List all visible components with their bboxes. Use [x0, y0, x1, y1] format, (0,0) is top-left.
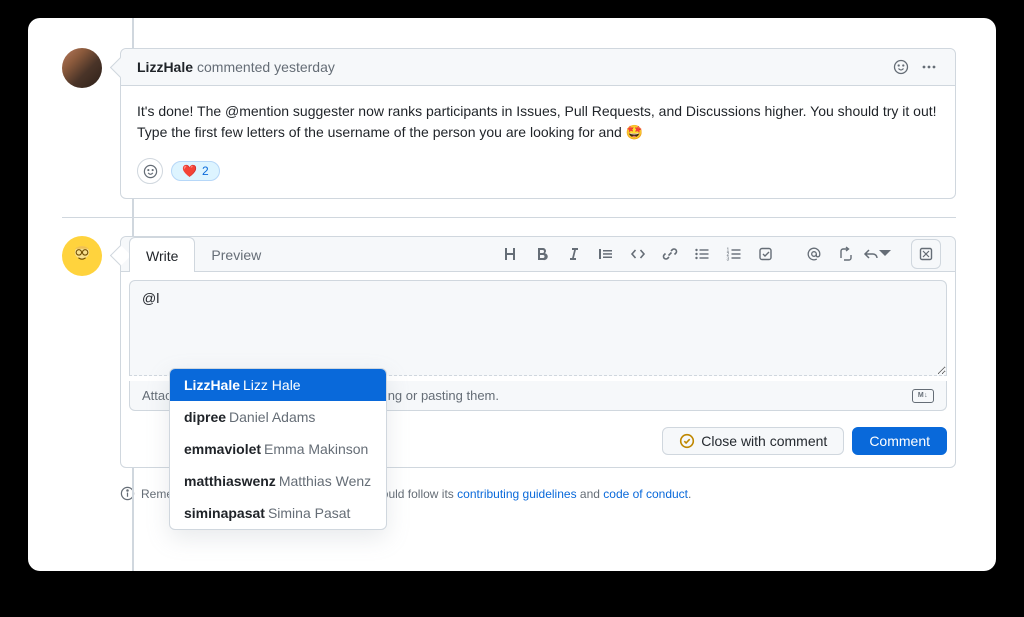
reactions: ❤️ 2: [121, 158, 955, 198]
suggestion-item[interactable]: matthiaswenzMatthias Wenz: [170, 465, 386, 497]
bold-icon[interactable]: [527, 239, 557, 269]
avatar-lizzhale[interactable]: [62, 48, 102, 88]
ordered-list-icon[interactable]: 123: [719, 239, 749, 269]
diff-icon[interactable]: [911, 239, 941, 269]
suggestion-realname: Matthias Wenz: [279, 473, 371, 489]
mention-suggester: LizzHaleLizz Hale dipreeDaniel Adams emm…: [169, 368, 387, 530]
suggestion-item[interactable]: siminapasatSimina Pasat: [170, 497, 386, 529]
cross-reference-icon[interactable]: [831, 239, 861, 269]
suggestion-username: dipree: [184, 409, 226, 425]
section-divider: [62, 217, 956, 218]
tasklist-icon[interactable]: [751, 239, 781, 269]
mention-icon[interactable]: [799, 239, 829, 269]
reply-icon[interactable]: [863, 239, 893, 269]
suggestion-item[interactable]: dipreeDaniel Adams: [170, 401, 386, 433]
comment-header: LizzHale commented yesterday: [121, 49, 955, 86]
comment-textarea[interactable]: [129, 280, 947, 376]
suggestion-realname: Daniel Adams: [229, 409, 315, 425]
checkmark-circle-icon: [679, 433, 695, 449]
comment-author[interactable]: LizzHale: [137, 59, 193, 75]
reaction-count: 2: [202, 164, 209, 178]
comment-button-label: Comment: [869, 433, 930, 449]
comment-button[interactable]: Comment: [852, 427, 947, 455]
contributing-guidelines-link[interactable]: contributing guidelines: [457, 487, 576, 501]
comment-body: It's done! The @mention suggester now ra…: [121, 86, 955, 158]
heart-icon: ❤️: [182, 164, 197, 178]
suggestion-username: matthiaswenz: [184, 473, 276, 489]
markdown-badge-icon[interactable]: M↓: [912, 389, 934, 403]
suggestion-item[interactable]: LizzHaleLizz Hale: [170, 369, 386, 401]
comment-box: LizzHale commented yesterday It's done! …: [120, 48, 956, 199]
heading-icon[interactable]: [495, 239, 525, 269]
markdown-toolbar: 123: [495, 239, 947, 269]
suggestion-username: siminapasat: [184, 505, 265, 521]
suggestion-username: emmaviolet: [184, 441, 261, 457]
comment-timestamp[interactable]: yesterday: [274, 59, 335, 75]
suggestion-item[interactable]: emmavioletEmma Makinson: [170, 433, 386, 465]
svg-text:3: 3: [727, 257, 730, 263]
suggestion-realname: Emma Makinson: [264, 441, 368, 457]
close-button-label: Close with comment: [701, 433, 827, 449]
italic-icon[interactable]: [559, 239, 589, 269]
suggestion-realname: Simina Pasat: [268, 505, 350, 521]
add-reaction-button[interactable]: [137, 158, 163, 184]
smiley-icon[interactable]: [891, 57, 911, 77]
tab-preview[interactable]: Preview: [195, 237, 277, 271]
comment-row: LizzHale commented yesterday It's done! …: [62, 48, 956, 199]
close-with-comment-button[interactable]: Close with comment: [662, 427, 844, 455]
reaction-heart[interactable]: ❤️ 2: [171, 161, 220, 181]
comment-action: commented: [197, 59, 270, 75]
suggestion-realname: Lizz Hale: [243, 377, 301, 393]
code-icon[interactable]: [623, 239, 653, 269]
quote-icon[interactable]: [591, 239, 621, 269]
tab-write[interactable]: Write: [129, 237, 195, 272]
unordered-list-icon[interactable]: [687, 239, 717, 269]
avatar-current-user[interactable]: [62, 236, 102, 276]
app-window: LizzHale commented yesterday It's done! …: [28, 18, 996, 571]
code-of-conduct-link[interactable]: code of conduct: [603, 487, 688, 501]
suggestion-username: LizzHale: [184, 377, 240, 393]
composer-tabs: Write Preview 123: [121, 237, 955, 272]
link-icon[interactable]: [655, 239, 685, 269]
kebab-icon[interactable]: [919, 57, 939, 77]
